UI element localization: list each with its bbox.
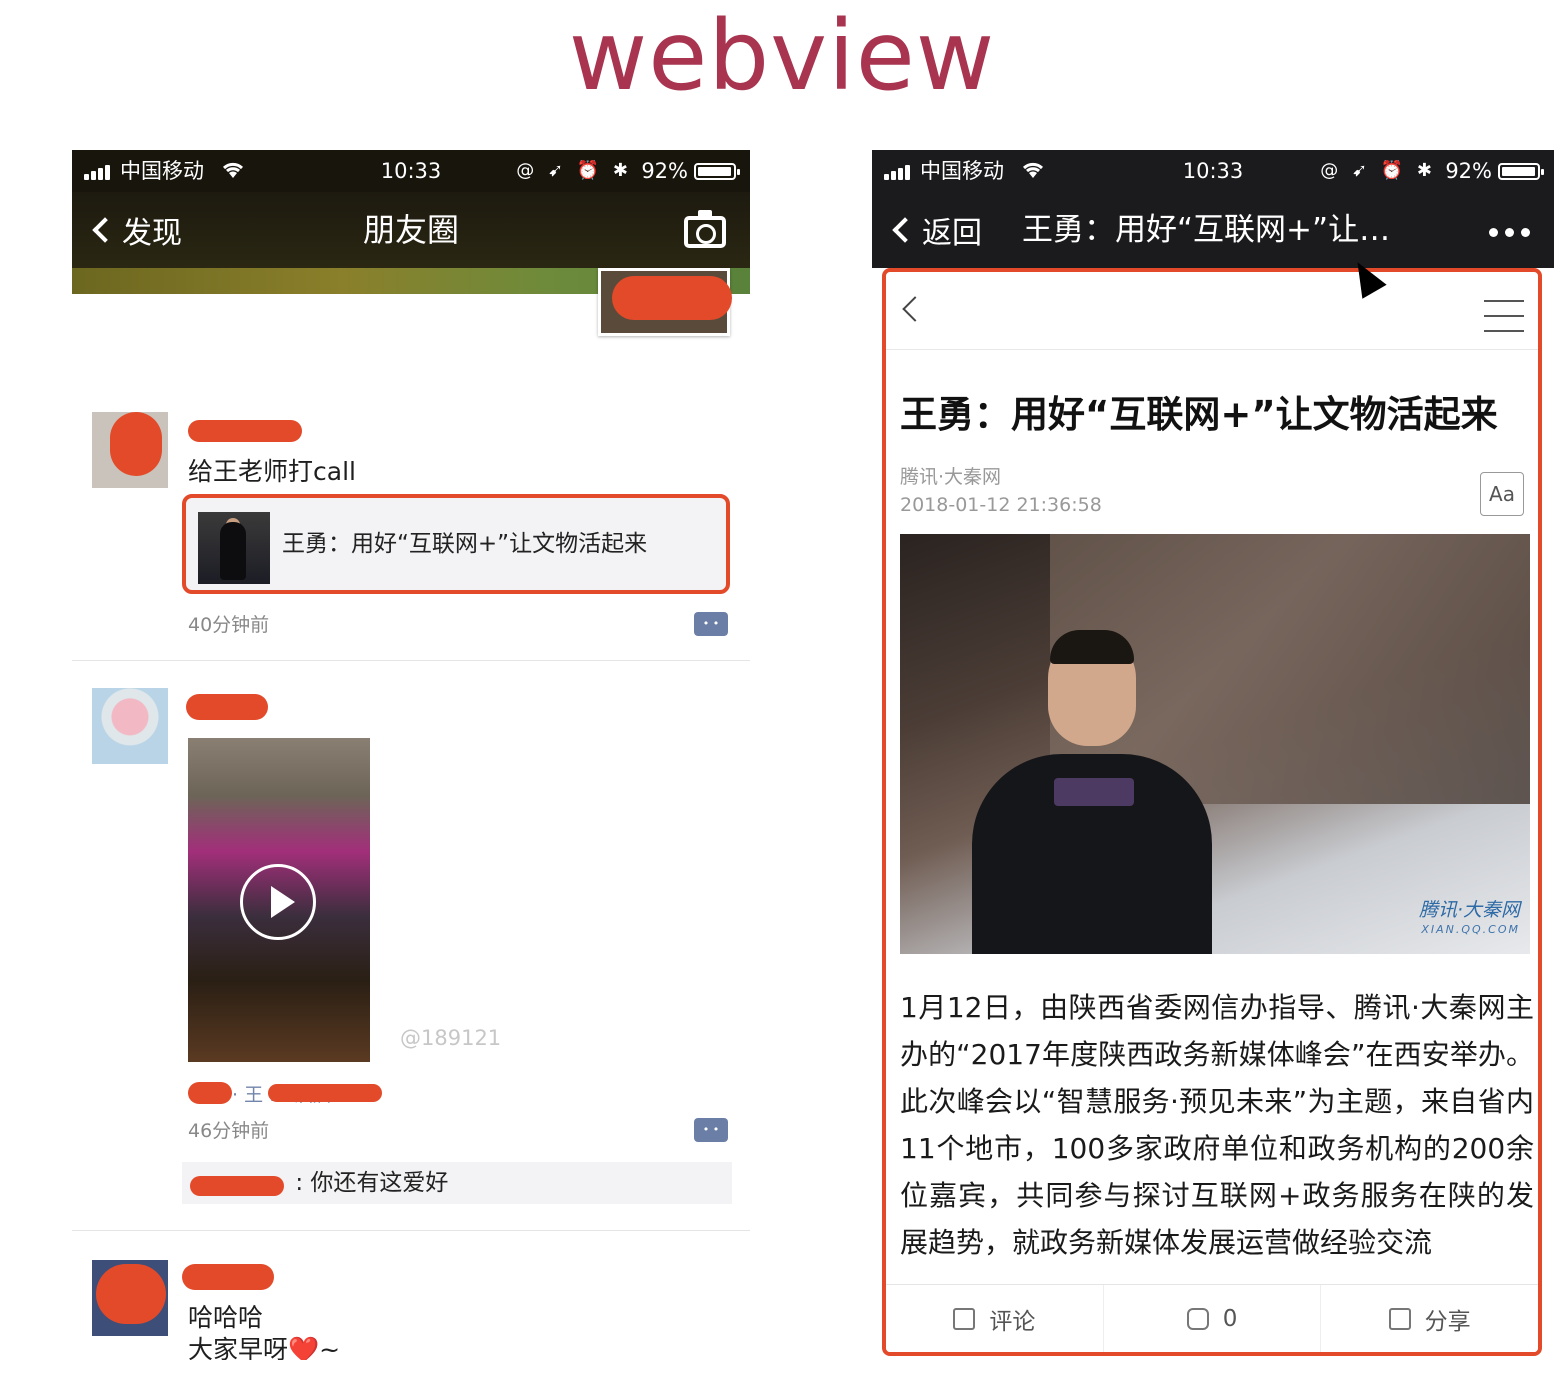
comment-count: 0 — [1222, 1305, 1238, 1332]
redaction-mark — [182, 1264, 274, 1290]
post-text: 哈哈哈 — [188, 1303, 264, 1332]
video-thumbnail[interactable] — [188, 738, 370, 1062]
comment-icon[interactable] — [694, 1118, 728, 1142]
comment-text: : 你还有这爱好 — [295, 1170, 449, 1196]
share-icon — [1388, 1307, 1411, 1330]
menu-icon[interactable] — [1484, 298, 1524, 334]
redaction-mark — [188, 1082, 232, 1104]
comment-button[interactable]: 评论 — [886, 1285, 1104, 1352]
webview-phone: 中国移动 10:33 @ ➹ ⏰ ✱ 92% 返回 王勇：用好“互联网+”让… … — [872, 150, 1554, 1360]
photo-logo: 腾讯·大秦网 XIAN.QQ.COM — [1418, 899, 1520, 936]
moments-phone: 中国移动 10:33 @ ➹ ⏰ ✱ 92% 发现 朋友圈 给王老师打call … — [72, 150, 750, 1360]
web-toolbar — [886, 272, 1538, 350]
post-time: 40分钟前 — [188, 614, 270, 636]
more-icon[interactable] — [1489, 228, 1530, 237]
status-icons: @ ➹ ⏰ ✱ — [1320, 160, 1436, 181]
divider — [72, 1230, 750, 1231]
redaction-mark — [268, 1084, 382, 1102]
status-icons: @ ➹ ⏰ ✱ — [516, 160, 632, 181]
page-title: 王勇：用好“互联网+”让… — [1022, 212, 1391, 248]
post-time: 46分钟前 — [188, 1120, 270, 1142]
link-title: 王勇：用好“互联网+”让文物活起来 — [282, 531, 648, 557]
bottom-bar: 评论 0 分享 — [886, 1284, 1538, 1352]
play-icon[interactable] — [240, 864, 316, 940]
nav-bar: 返回 王勇：用好“互联网+”让… — [872, 192, 1554, 268]
battery-icon — [1498, 163, 1544, 180]
share-label: 分享 — [1424, 1308, 1471, 1335]
feed-post: 给王老师打call 王勇：用好“互联网+”让文物活起来 40分钟前 — [72, 412, 750, 662]
battery-percent: 92% — [1445, 159, 1492, 183]
nav-bar: 发现 朋友圈 — [72, 192, 750, 268]
link-thumbnail — [198, 512, 270, 584]
redaction-mark — [96, 1264, 166, 1324]
article-source[interactable]: 腾讯·大秦网 — [900, 462, 1001, 489]
comment-label: 评论 — [989, 1308, 1036, 1335]
chevron-left-icon — [892, 217, 918, 243]
back-button[interactable]: 返回 — [890, 210, 982, 251]
redaction-mark — [186, 694, 268, 720]
article-body: 1月12日，由陕西省委网信办指导、腾讯·大秦网主办的“2017年度陕西政务新媒体… — [900, 991, 1534, 1259]
redaction-mark — [188, 420, 302, 442]
feed-post: @189121 · 王 … 酒店 46分钟前 : 你还有这爱好 — [72, 688, 750, 1228]
share-button[interactable]: 分享 — [1321, 1285, 1538, 1352]
redaction-mark — [612, 276, 732, 320]
heart-icon: ❤️ — [288, 1335, 320, 1360]
feed-post: 哈哈哈 大家早呀❤️~ — [72, 1260, 750, 1360]
article-title: 王勇：用好“互联网+”让文物活起来 — [900, 393, 1498, 436]
back-arrow-icon[interactable] — [902, 296, 928, 322]
comment-item[interactable]: : 你还有这爱好 — [182, 1162, 732, 1204]
font-size-button[interactable]: Aa — [1480, 472, 1524, 516]
post-text: 给王老师打call — [188, 457, 356, 486]
redaction-mark — [110, 412, 162, 476]
watermark: @189121 — [400, 1026, 502, 1050]
comment-icon[interactable] — [694, 612, 728, 636]
back-label: 返回 — [922, 216, 982, 251]
redaction-mark — [190, 1176, 284, 1196]
comment-count-button[interactable]: 0 — [1104, 1285, 1322, 1352]
camera-icon[interactable] — [684, 210, 726, 248]
avatar[interactable] — [92, 688, 168, 764]
divider — [72, 660, 750, 661]
page-title: 朋友圈 — [362, 211, 459, 249]
status-bar: 中国移动 10:33 @ ➹ ⏰ ✱ 92% — [72, 150, 750, 192]
speech-bubble-icon — [1186, 1307, 1209, 1330]
article-photo[interactable]: 腾讯·大秦网 XIAN.QQ.COM — [900, 534, 1530, 954]
post-text: 大家早呀❤️~ — [188, 1334, 340, 1360]
edit-icon — [953, 1307, 976, 1330]
microphone-icon — [1054, 778, 1134, 806]
battery-icon — [694, 163, 740, 180]
status-bar: 中国移动 10:33 @ ➹ ⏰ ✱ 92% — [872, 150, 1554, 192]
battery-percent: 92% — [641, 159, 688, 183]
slide-title: webview — [568, 0, 996, 112]
link-card[interactable]: 王勇：用好“互联网+”让文物活起来 — [182, 494, 730, 594]
article-date: 2018-01-12 21:36:58 — [900, 494, 1102, 516]
webview-frame: 王勇：用好“互联网+”让文物活起来 腾讯·大秦网 2018-01-12 21:3… — [882, 268, 1542, 1356]
